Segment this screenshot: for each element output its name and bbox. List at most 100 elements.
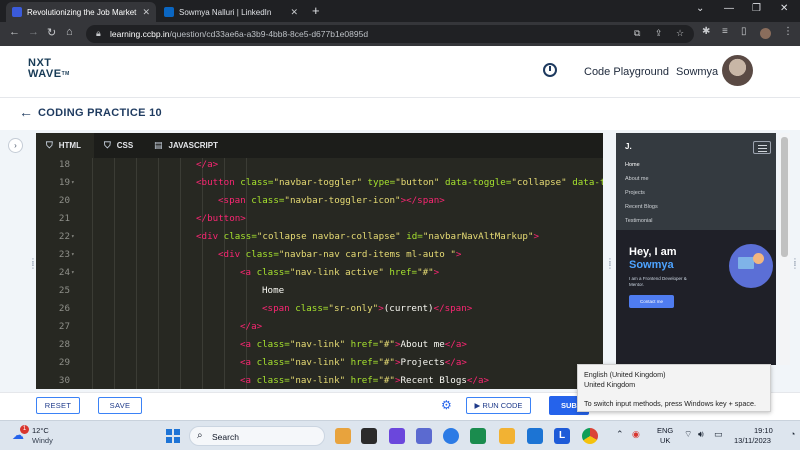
taskbar-app-store-icon[interactable] <box>527 428 543 444</box>
reading-list-icon[interactable]: ≡ <box>722 26 728 37</box>
code-token: id= <box>400 231 423 242</box>
preview-scrollbar[interactable] <box>779 133 790 365</box>
browser-tab-job-market[interactable]: Revolutionizing the Job Market ✕ <box>6 2 156 22</box>
reload-icon[interactable]: ↻ <box>47 26 56 39</box>
code-token: "navbar-toggler-icon" <box>284 195 401 206</box>
code-line[interactable]: 29 <a class="nav-link" href="#">Projects<… <box>36 354 603 372</box>
weather-temperature[interactable]: 12°C <box>32 426 49 435</box>
search-input[interactable] <box>212 430 312 443</box>
profile-avatar-icon[interactable] <box>760 28 771 39</box>
volume-icon[interactable]: 🔊︎ <box>698 429 704 440</box>
taskbar-app-copilot-icon[interactable] <box>335 428 351 444</box>
back-arrow-icon[interactable]: ← <box>19 104 33 120</box>
code-line[interactable]: 22 ▾ <div class="collapse navbar-collapse"… <box>36 228 603 246</box>
window-close-icon[interactable]: ✕ <box>780 3 788 14</box>
windows-start-icon[interactable] <box>166 429 180 443</box>
code-token: </a> <box>240 321 263 332</box>
fold-arrow-icon[interactable]: ▾ <box>71 228 75 246</box>
fold-arrow-icon[interactable]: ▾ <box>71 174 75 192</box>
tab-html[interactable]: ⛉ HTML <box>36 133 94 158</box>
code-text: <a class="nav-link" href="#">Recent Blog… <box>240 372 489 389</box>
tab-css[interactable]: ⛉ CSS <box>94 133 144 158</box>
address-bar[interactable]: 🔒︎ learning.ccbp.in/question/cd33ae6a-a3… <box>86 25 694 43</box>
restore-icon[interactable]: ❐ <box>752 3 761 14</box>
taskbar-app-copilot-app-icon[interactable] <box>416 428 432 444</box>
notification-bell-icon[interactable]: ◔ <box>790 429 795 439</box>
code-token: ></span> <box>400 195 445 206</box>
fold-arrow-icon[interactable]: ▾ <box>71 246 75 264</box>
extensions-puzzle-icon[interactable]: ✱ <box>702 26 710 37</box>
taskbar-search[interactable]: ⌕ <box>189 426 325 446</box>
code-line[interactable]: 24 ▾ <a class="nav-link active" href="#"> <box>36 264 603 282</box>
code-line[interactable]: 19 ▾ <button class="navbar-toggler" type="… <box>36 174 603 192</box>
save-button[interactable]: SAVE <box>98 397 142 414</box>
taskbar-app-learning-icon[interactable]: L <box>554 428 570 444</box>
tab-search-chevron-icon[interactable]: ⌄ <box>696 3 704 14</box>
gear-icon[interactable]: ⚙ <box>441 398 452 412</box>
user-name[interactable]: Sowmya <box>676 66 718 78</box>
taskbar-app-file-explorer-icon[interactable] <box>499 428 515 444</box>
minimize-icon[interactable]: — <box>724 3 734 14</box>
preview-nav-projects[interactable]: Projects <box>625 190 645 196</box>
code-line[interactable]: 21 </button> <box>36 210 603 228</box>
taskbar-app-chrome-icon[interactable] <box>582 428 598 444</box>
taskbar-app-code-icon[interactable] <box>470 428 486 444</box>
language-region[interactable]: UK <box>660 436 670 445</box>
new-tab-plus-icon[interactable]: + <box>312 3 320 18</box>
code-area[interactable]: 18 </a> 19 ▾ <button class="navbar-toggler" … <box>36 158 603 389</box>
share-icon[interactable]: ⇪ <box>655 28 663 39</box>
clock-time[interactable]: 19:10 <box>754 426 773 435</box>
left-resize-handle[interactable]: ⋮ ⋮ <box>29 258 37 282</box>
code-line[interactable]: 23 ▾ <div class="navbar-nav card-items ml-… <box>36 246 603 264</box>
preview-nav-blogs[interactable]: Recent Blogs <box>625 204 658 210</box>
fold-arrow-icon[interactable]: ▾ <box>71 264 75 282</box>
wifi-icon[interactable]: ⌔ <box>684 429 692 440</box>
avatar[interactable] <box>722 55 753 86</box>
browser-tab-linkedin[interactable]: Sowmya Nalluri | LinkedIn ✕ <box>158 2 304 22</box>
tray-warning-icon[interactable]: ◉ <box>632 429 640 440</box>
preview-nav-about[interactable]: About me <box>625 176 649 182</box>
battery-icon[interactable]: ▭ <box>714 429 723 440</box>
install-app-icon[interactable]: ⧉ <box>634 28 640 39</box>
scrollbar-thumb[interactable] <box>781 137 788 257</box>
code-line[interactable]: 30 <a class="nav-link" href="#">Recent Bl… <box>36 372 603 389</box>
close-icon[interactable]: ✕ <box>142 7 150 18</box>
chevron-right-icon[interactable]: › <box>8 138 23 153</box>
language-indicator[interactable]: ENG <box>657 426 673 435</box>
taskbar-app-edge-icon[interactable] <box>443 428 459 444</box>
taskbar-app-teams-icon[interactable] <box>389 428 405 444</box>
stopwatch-icon[interactable] <box>543 63 557 77</box>
reset-button[interactable]: RESET <box>36 397 80 414</box>
weather-description[interactable]: Windy <box>32 436 53 445</box>
code-line[interactable]: 18 </a> <box>36 158 603 174</box>
code-line[interactable]: 27 </a> <box>36 318 603 336</box>
hamburger-icon[interactable] <box>753 141 771 154</box>
tray-chevron-up-icon[interactable]: ⌃ <box>616 429 624 440</box>
center-resize-handle[interactable]: ⋮ ⋮ <box>606 258 614 282</box>
code-playground-link[interactable]: Code Playground <box>584 66 669 78</box>
clock-date[interactable]: 13/11/2023 <box>734 436 771 445</box>
home-icon[interactable]: ⌂ <box>66 26 73 38</box>
tab-javascript[interactable]: ▤ JAVASCRIPT <box>144 133 234 158</box>
chrome-menu-icon[interactable]: ⋮ <box>783 26 793 37</box>
nxtwave-logo[interactable]: NXT WAVETM <box>28 58 70 80</box>
preview-nav-testimonial[interactable]: Testimonial <box>625 218 653 224</box>
code-line[interactable]: 26 <span class="sr-only">(current)</span> <box>36 300 603 318</box>
close-icon[interactable]: ✕ <box>290 7 298 18</box>
code-token: Projects <box>400 357 445 368</box>
hero-name: Sowmya <box>629 259 674 271</box>
back-arrow-icon[interactable]: ← <box>9 26 20 38</box>
taskbar-app-task-view-icon[interactable] <box>361 428 377 444</box>
side-panel-icon[interactable]: ▯ <box>741 26 747 37</box>
code-token: "sr-only" <box>328 303 379 314</box>
code-line[interactable]: 28 <a class="nav-link" href="#">About me<… <box>36 336 603 354</box>
right-resize-handle[interactable]: ⋮ ⋮ <box>791 258 799 282</box>
forward-arrow-icon[interactable]: → <box>28 26 39 38</box>
bookmark-star-icon[interactable]: ☆ <box>676 28 684 39</box>
code-line[interactable]: 20 <span class="navbar-toggler-icon"></sp… <box>36 192 603 210</box>
preview-nav-home[interactable]: Home <box>625 162 640 168</box>
contact-me-button[interactable]: Contact me <box>629 295 674 308</box>
run-code-button[interactable]: ▶ RUN CODE <box>466 397 531 414</box>
preview-brand[interactable]: J. <box>625 142 632 151</box>
code-line[interactable]: 25 Home <box>36 282 603 300</box>
